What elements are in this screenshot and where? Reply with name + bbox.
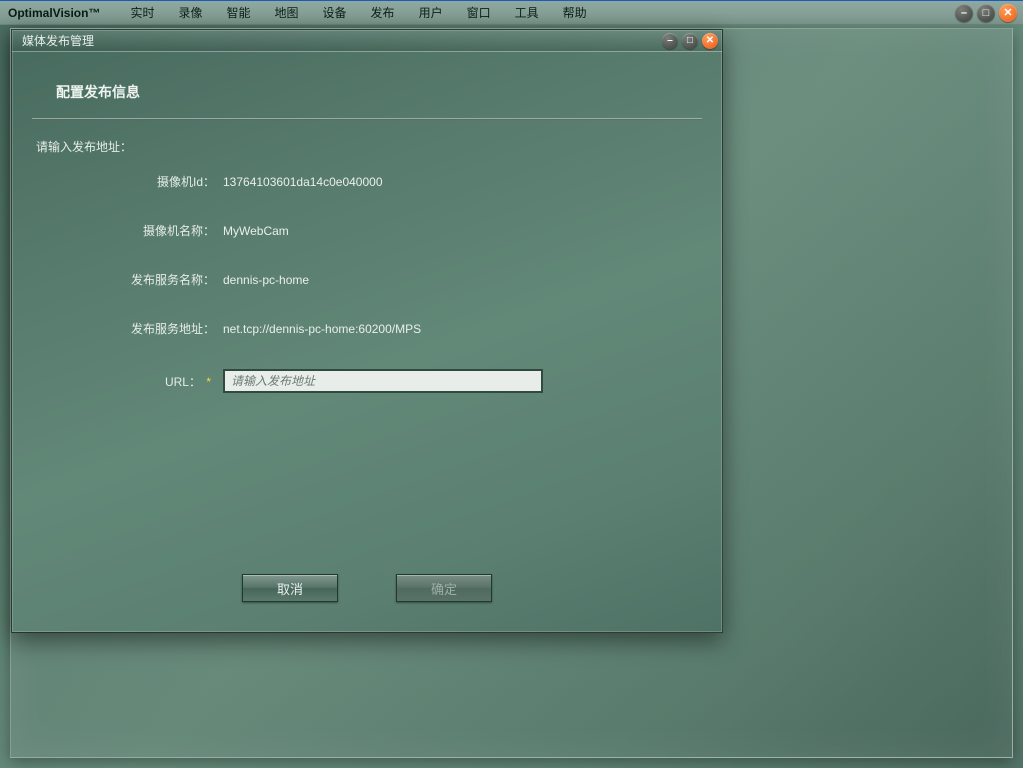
camera-name-value: MyWebCam — [223, 224, 289, 238]
camera-id-label: 摄像机Id： — [48, 173, 223, 190]
row-url: URL： * — [48, 369, 706, 393]
media-publish-dialog: 媒体发布管理 – □ ✕ 配置发布信息 请输入发布地址： 摄像机Id： 1376… — [11, 29, 723, 633]
row-camera-id: 摄像机Id： 13764103601da14c0e040000 — [48, 173, 706, 190]
cancel-button[interactable]: 取消 — [242, 574, 338, 602]
dialog-close-icon[interactable]: ✕ — [702, 33, 718, 49]
section-title: 配置发布信息 — [28, 64, 706, 118]
minimize-icon[interactable]: – — [955, 4, 973, 22]
camera-id-value: 13764103601da14c0e040000 — [223, 175, 383, 189]
prompt-text: 请输入发布地址： — [28, 134, 706, 173]
dialog-titlebar[interactable]: 媒体发布管理 – □ ✕ — [12, 30, 722, 52]
row-camera-name: 摄像机名称： MyWebCam — [48, 222, 706, 239]
maximize-icon[interactable]: □ — [977, 4, 995, 22]
ok-button[interactable]: 确定 — [396, 574, 492, 602]
menu-record[interactable]: 录像 — [166, 2, 214, 23]
menu-help[interactable]: 帮助 — [551, 2, 599, 23]
url-label-text: URL： — [165, 375, 201, 389]
publish-service-name-value: dennis-pc-home — [223, 273, 309, 287]
menu-publish[interactable]: 发布 — [359, 2, 407, 23]
app-window-controls: – □ ✕ — [955, 4, 1019, 22]
publish-form: 摄像机Id： 13764103601da14c0e040000 摄像机名称： M… — [28, 173, 706, 393]
dialog-title: 媒体发布管理 — [22, 32, 94, 49]
dialog-maximize-icon[interactable]: □ — [682, 33, 698, 49]
menu-device[interactable]: 设备 — [311, 2, 359, 23]
row-publish-service-name: 发布服务名称： dennis-pc-home — [48, 271, 706, 288]
dialog-button-row: 取消 确定 — [12, 574, 722, 602]
publish-service-name-label: 发布服务名称： — [48, 271, 223, 288]
content-area: 媒体发布管理 – □ ✕ 配置发布信息 请输入发布地址： 摄像机Id： 1376… — [10, 28, 1013, 758]
app-titlebar: OptimalVision™ 实时 录像 智能 地图 设备 发布 用户 窗口 工… — [0, 1, 1023, 25]
menu-realtime[interactable]: 实时 — [118, 2, 166, 23]
camera-name-label: 摄像机名称： — [48, 222, 223, 239]
menu-map[interactable]: 地图 — [263, 2, 311, 23]
menu-user[interactable]: 用户 — [407, 2, 455, 23]
close-icon[interactable]: ✕ — [999, 4, 1017, 22]
section-divider — [32, 118, 702, 120]
menu-intelligent[interactable]: 智能 — [215, 2, 263, 23]
dialog-window-controls: – □ ✕ — [662, 33, 718, 49]
publish-service-addr-label: 发布服务地址： — [48, 320, 223, 337]
required-star-icon: * — [206, 375, 211, 389]
publish-service-addr-value: net.tcp://dennis-pc-home:60200/MPS — [223, 322, 421, 336]
row-publish-service-addr: 发布服务地址： net.tcp://dennis-pc-home:60200/M… — [48, 320, 706, 337]
dialog-minimize-icon[interactable]: – — [662, 33, 678, 49]
app-title: OptimalVision™ — [8, 6, 100, 20]
menu-tools[interactable]: 工具 — [503, 2, 551, 23]
url-input[interactable] — [223, 369, 543, 393]
main-menu: 实时 录像 智能 地图 设备 发布 用户 窗口 工具 帮助 — [118, 2, 598, 23]
dialog-body: 配置发布信息 请输入发布地址： 摄像机Id： 13764103601da14c0… — [12, 52, 722, 632]
menu-window[interactable]: 窗口 — [455, 2, 503, 23]
url-label: URL： * — [48, 373, 223, 390]
